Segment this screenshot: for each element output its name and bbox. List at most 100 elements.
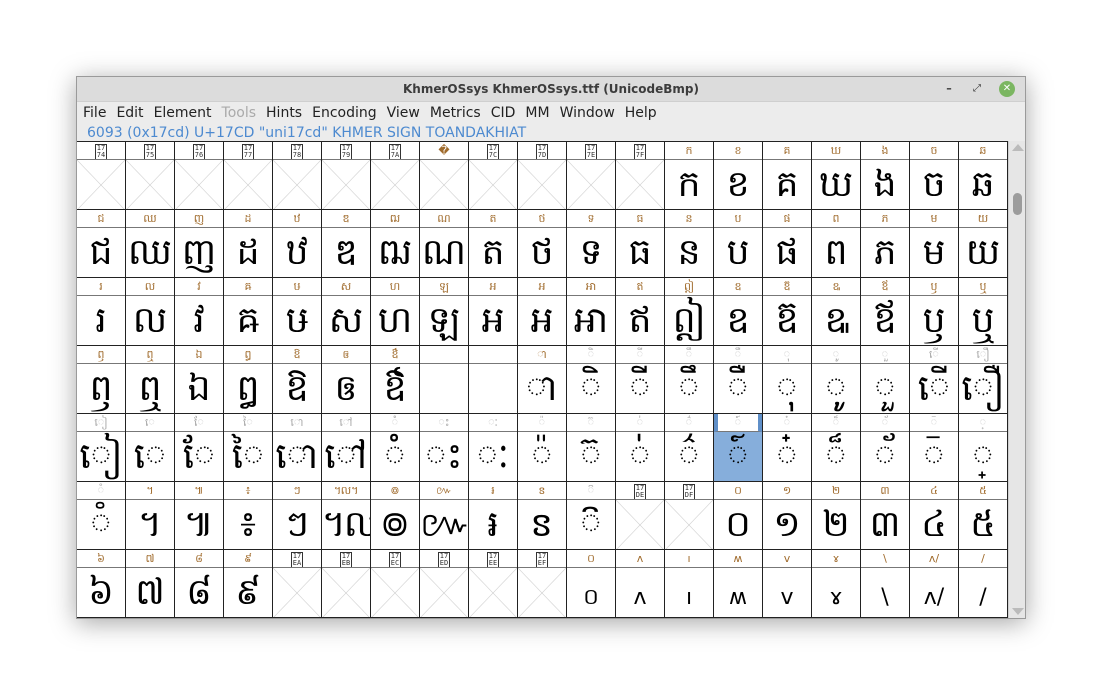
glyph-cell-17cd[interactable]: ◌៍ ◌៍ <box>714 414 763 482</box>
glyph-cell-17b8[interactable]: ◌ី ◌ី <box>616 346 665 414</box>
glyph-cell-1777[interactable]: 17 77 <box>224 142 273 210</box>
glyph-cell-179b[interactable]: លល <box>126 278 175 346</box>
glyph-cell-17a4[interactable]: ឤឤ <box>567 278 616 346</box>
menu-hints[interactable]: Hints <box>266 105 302 121</box>
glyph-cell-17a2[interactable]: អអ <box>469 278 518 346</box>
glyph-cell-1789[interactable]: ញញ <box>175 210 224 278</box>
glyph-cell-1780[interactable]: កក <box>665 142 714 210</box>
glyph-cell-1785[interactable]: ចច <box>910 142 959 210</box>
glyph-cell-17b1[interactable]: ឱឱ <box>273 346 322 414</box>
glyph-cell-1775[interactable]: 17 75 <box>126 142 175 210</box>
close-button[interactable]: ✕ <box>999 81 1015 97</box>
glyph-cell-1794[interactable]: បប <box>714 210 763 278</box>
glyph-cell-17be[interactable]: ◌ើ ◌ើ <box>910 346 959 414</box>
glyph-cell-17bd[interactable]: ◌ួ ◌ួ <box>861 346 910 414</box>
glyph-cell-17bf[interactable]: ◌ឿ ◌ឿ <box>959 346 1008 414</box>
glyph-cell-17de[interactable]: 17 DE <box>616 482 665 550</box>
scrollbar-thumb[interactable] <box>1013 193 1022 215</box>
glyph-cell-17c7[interactable]: ះះ <box>420 414 469 482</box>
menu-cid[interactable]: CID <box>491 105 516 121</box>
glyph-cell-17e4[interactable]: ៤៤ <box>910 482 959 550</box>
menu-help[interactable]: Help <box>625 105 657 121</box>
glyph-cell-17da[interactable]: ៚៚ <box>420 482 469 550</box>
glyph-cell-1797[interactable]: ភភ <box>861 210 910 278</box>
glyph-cell-177b[interactable]: � <box>420 142 469 210</box>
glyph-cell-17eb[interactable]: 17 EB <box>322 550 371 618</box>
glyph-cell-17a7[interactable]: ឧឧ <box>714 278 763 346</box>
glyph-cell-17ee[interactable]: 17 EE <box>469 550 518 618</box>
glyph-cell-178a[interactable]: ដដ <box>224 210 273 278</box>
glyph-cell-17d8[interactable]: ៘៘ <box>322 482 371 550</box>
glyph-cell-1779[interactable]: 17 79 <box>322 142 371 210</box>
glyph-cell-1784[interactable]: ងង <box>861 142 910 210</box>
glyph-cell-17a6[interactable]: ឦឦ <box>665 278 714 346</box>
menu-encoding[interactable]: Encoding <box>312 105 377 121</box>
glyph-cell-17cf[interactable]: ◌៏ ◌៏ <box>812 414 861 482</box>
menu-file[interactable]: File <box>83 105 106 121</box>
glyph-cell-178e[interactable]: ណណ <box>420 210 469 278</box>
glyph-cell-17ae[interactable]: ឮឮ <box>126 346 175 414</box>
glyph-cell-17c8[interactable]: ៈៈ <box>469 414 518 482</box>
menu-element[interactable]: Element <box>154 105 212 121</box>
minimize-button[interactable]: – <box>941 81 957 97</box>
glyph-cell-17d9[interactable]: ៙៙ <box>371 482 420 550</box>
glyph-cell-1798[interactable]: មម <box>910 210 959 278</box>
glyph-cell-17ac[interactable]: ឬឬ <box>959 278 1008 346</box>
glyph-cell-17c5[interactable]: ◌ៅ ◌ៅ <box>322 414 371 482</box>
glyph-cell-17f7[interactable]: ʌ/ʌ/ <box>910 550 959 618</box>
glyph-cell-17b3[interactable]: ឳឳ <box>371 346 420 414</box>
glyph-cell-17d7[interactable]: ៗៗ <box>273 482 322 550</box>
glyph-cell-17f4[interactable]: vv <box>763 550 812 618</box>
glyph-cell-17cb[interactable]: ◌់ ◌់ <box>616 414 665 482</box>
glyph-cell-1782[interactable]: គគ <box>763 142 812 210</box>
glyph-cell-178b[interactable]: ឋឋ <box>273 210 322 278</box>
glyph-cell-17b7[interactable]: ◌ិ ◌ិ <box>567 346 616 414</box>
glyph-cell-17d5[interactable]: ៕៕ <box>175 482 224 550</box>
glyph-cell-177a[interactable]: 17 7A <box>371 142 420 210</box>
glyph-cell-17d6[interactable]: ៖៖ <box>224 482 273 550</box>
glyph-cell-17c9[interactable]: ◌៉ ◌៉ <box>518 414 567 482</box>
glyph-cell-177e[interactable]: 17 7E <box>567 142 616 210</box>
glyph-cell-17a1[interactable]: ឡឡ <box>420 278 469 346</box>
glyph-cell-177f[interactable]: 17 7F <box>616 142 665 210</box>
menu-metrics[interactable]: Metrics <box>430 105 481 121</box>
glyph-cell-179c[interactable]: វវ <box>175 278 224 346</box>
glyph-cell-17af[interactable]: ឯឯ <box>175 346 224 414</box>
glyph-cell-17f0[interactable]: ០០ <box>567 550 616 618</box>
glyph-cell-17d3[interactable]: ◌៓ ◌៓ <box>77 482 126 550</box>
glyph-cell-17dd[interactable]: ◌៝ ◌៝ <box>567 482 616 550</box>
glyph-cell-17f8[interactable]: / / <box>959 550 1008 618</box>
glyph-cell-17f3[interactable]: ʍʍ <box>714 550 763 618</box>
glyph-cell-1790[interactable]: ថថ <box>518 210 567 278</box>
glyph-cell-17e6[interactable]: ៦៦ <box>77 550 126 618</box>
glyph-cell-17e8[interactable]: ៨៨ <box>175 550 224 618</box>
glyph-cell-17a3[interactable]: ឣឣ <box>518 278 567 346</box>
glyph-cell-17aa[interactable]: ឪឪ <box>861 278 910 346</box>
glyph-cell-17a5[interactable]: ឥឥ <box>616 278 665 346</box>
menu-view[interactable]: View <box>387 105 420 121</box>
glyph-cell-1778[interactable]: 17 78 <box>273 142 322 210</box>
glyph-cell-17e1[interactable]: ១១ <box>763 482 812 550</box>
glyph-cell-17d2[interactable]: ◌្ ◌្ <box>959 414 1008 482</box>
glyph-cell-179f[interactable]: សស <box>322 278 371 346</box>
glyph-cell-177d[interactable]: 17 7D <box>518 142 567 210</box>
glyph-cell-17b5[interactable]: ឵឵ <box>469 346 518 414</box>
glyph-cell-17bb[interactable]: ◌ុ ◌ុ <box>763 346 812 414</box>
glyph-cell-1795[interactable]: ផផ <box>763 210 812 278</box>
glyph-cell-17b6[interactable]: ាា <box>518 346 567 414</box>
glyph-cell-17dc[interactable]: ៜៜ <box>518 482 567 550</box>
glyph-cell-17d4[interactable]: ។។ <box>126 482 175 550</box>
glyph-cell-17cc[interactable]: ◌៌ ◌៌ <box>665 414 714 482</box>
glyph-cell-17df[interactable]: 17 DF <box>665 482 714 550</box>
glyph-cell-17ab[interactable]: ឫឫ <box>910 278 959 346</box>
glyph-cell-17b2[interactable]: ឲឲ <box>322 346 371 414</box>
glyph-cell-17ea[interactable]: 17 EA <box>273 550 322 618</box>
glyph-cell-178d[interactable]: ឍឍ <box>371 210 420 278</box>
glyph-cell-179d[interactable]: ឝឝ <box>224 278 273 346</box>
glyph-cell-1799[interactable]: យយ <box>959 210 1008 278</box>
glyph-cell-17ec[interactable]: 17 EC <box>371 550 420 618</box>
scroll-up-arrow-icon[interactable] <box>1012 144 1024 151</box>
glyph-cell-17d1[interactable]: ◌៑ ◌៑ <box>910 414 959 482</box>
glyph-cell-17a0[interactable]: ហហ <box>371 278 420 346</box>
glyph-cell-1793[interactable]: នន <box>665 210 714 278</box>
